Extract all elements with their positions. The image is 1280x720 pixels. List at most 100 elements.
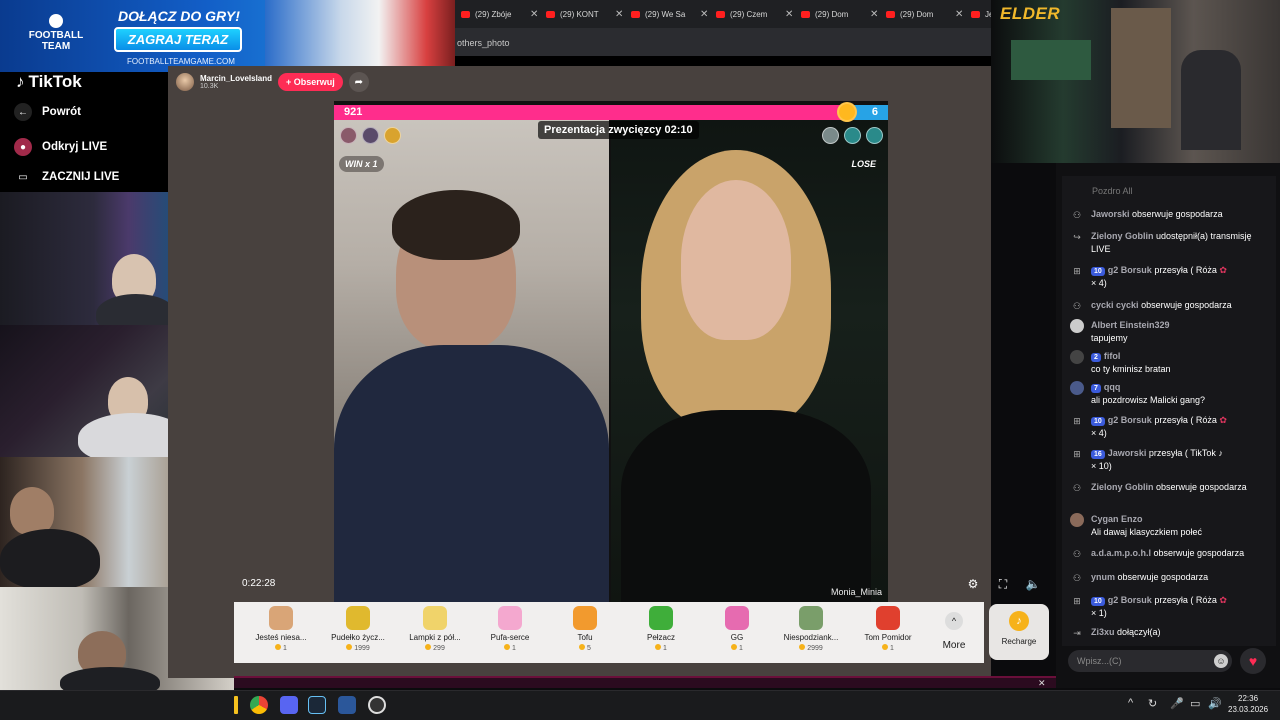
close-tab-icon[interactable]: ✕ — [700, 9, 708, 20]
youtube-icon — [461, 10, 470, 18]
folder-icon[interactable] — [234, 696, 238, 714]
ad-cta-button[interactable]: ZAGRAJ TERAZ — [114, 27, 242, 52]
gift-icon — [725, 606, 749, 630]
top-gifter-avatar[interactable] — [866, 127, 883, 144]
right-streamer-name[interactable]: Monia_Minia — [831, 587, 882, 597]
camera-icon: ▭ — [18, 171, 28, 183]
more-gifts-button[interactable]: ^ More — [937, 612, 971, 651]
follow-button[interactable]: + Obserwuj — [278, 73, 343, 91]
youtube-icon — [801, 10, 810, 18]
gift-item[interactable]: Pudełko życz... 1999 — [323, 606, 393, 652]
user-avatar[interactable] — [1070, 381, 1084, 395]
sidebar-item-discover-live[interactable]: ● Odkryj LIVE — [14, 138, 107, 156]
host-avatar[interactable] — [176, 73, 194, 91]
speaker-icon[interactable]: 🔊 — [1208, 697, 1222, 710]
gift-icon — [269, 606, 293, 630]
gift-icon: ⊞ — [1073, 416, 1081, 426]
chat-message: ⚇ Zielony Goblin obserwuje gospodarza — [1070, 481, 1256, 494]
browser-tab[interactable]: (29) Dom ✕ — [880, 0, 965, 28]
youtube-icon — [971, 10, 980, 18]
close-icon[interactable]: ✕ — [1038, 678, 1046, 689]
share-icon[interactable]: ➦ — [348, 72, 369, 92]
gift-item[interactable]: Pufa-serce 1 — [475, 606, 545, 652]
browser-tab[interactable]: (29) KONT ✕ — [540, 0, 625, 28]
chevron-up-icon: ^ — [945, 612, 963, 630]
gift-icon — [498, 606, 522, 630]
top-gifter-avatar[interactable] — [340, 127, 357, 144]
user-avatar[interactable] — [1070, 350, 1084, 364]
gift-item[interactable]: Tom Pomidor 1 — [853, 606, 923, 652]
join-icon: ⇥ — [1073, 628, 1081, 638]
coin-icon: ♪ — [1009, 611, 1029, 631]
like-heart-icon[interactable]: ♥ — [1240, 648, 1266, 674]
score-right: 6 — [854, 105, 888, 120]
chat-message: ⊞ 10 g2 Borsuk przesyła ( Róża ✿ × 4) — [1070, 414, 1256, 440]
close-tab-icon[interactable]: ✕ — [615, 9, 623, 20]
network-icon[interactable]: ▭ — [1190, 697, 1200, 710]
address-text: others_photo — [457, 38, 510, 48]
sync-icon[interactable]: ↻ — [1148, 697, 1157, 710]
follow-icon: ⚇ — [1072, 301, 1082, 311]
youtube-icon — [546, 10, 555, 18]
sidebar-item-go-live[interactable]: ▭ ZACZNIJ LIVE — [14, 168, 119, 186]
user-avatar[interactable] — [1070, 319, 1084, 333]
football-team-logo: FOOTBALL TEAM — [24, 14, 88, 58]
top-gifter-avatar[interactable] — [822, 127, 839, 144]
browser-tab[interactable]: (29) Dom ✕ — [795, 0, 880, 28]
chrome-icon[interactable] — [250, 696, 268, 714]
obs-icon[interactable] — [368, 696, 386, 714]
address-bar[interactable]: others_photo — [455, 28, 991, 56]
score-left: 921 — [334, 105, 854, 120]
top-gifter-avatar[interactable] — [844, 127, 861, 144]
microphone-icon[interactable]: 🎤 — [1170, 697, 1184, 710]
rose-icon: ✿ — [1219, 415, 1227, 425]
recharge-button[interactable]: ♪ Recharge — [989, 604, 1049, 660]
host-name[interactable]: Marcin_LoveIsland — [200, 74, 272, 83]
back-button[interactable]: ← Powrót — [14, 103, 81, 121]
close-tab-icon[interactable]: ✕ — [870, 9, 878, 20]
gift-item[interactable]: Pełzacz 1 — [626, 606, 696, 652]
youtube-icon — [716, 10, 725, 18]
battle-score-bar: 921 6 — [334, 105, 888, 120]
ad-players-image — [265, 0, 455, 72]
close-tab-icon[interactable]: ✕ — [530, 9, 538, 20]
gift-icon — [346, 606, 370, 630]
steam-icon[interactable] — [308, 696, 326, 714]
fullscreen-icon[interactable]: ⛶ — [995, 576, 1011, 592]
ad-banner[interactable]: FOOTBALL TEAM DOŁĄCZ DO GRY! ZAGRAJ TERA… — [0, 0, 455, 72]
chevron-up-icon[interactable]: ^ — [1128, 697, 1133, 709]
top-gifter-avatar[interactable] — [384, 127, 401, 144]
chat-message: 7 qqq ali pozdrowisz Malicki gang? — [1070, 381, 1256, 407]
tiktok-logo[interactable]: ♪ TikTok — [16, 72, 82, 92]
browser-tab[interactable]: (29) Zbóje ✕ — [455, 0, 540, 28]
gift-item[interactable]: Jesteś niesa... 1 — [246, 606, 316, 652]
gift-icon — [649, 606, 673, 630]
close-tab-icon[interactable]: ✕ — [785, 9, 793, 20]
system-clock[interactable]: 22:36 23.03.2026 — [1228, 693, 1268, 715]
gift-item[interactable]: Niespodziank... 2999 — [776, 606, 846, 652]
chat-message: ↪ Zielony Goblin udostępnił(a) transmisj… — [1070, 230, 1256, 256]
ad-site: FOOTBALLTEAMGAME.COM — [127, 57, 235, 66]
browser-tab[interactable]: (29) Czem ✕ — [710, 0, 795, 28]
top-gifter-avatar[interactable] — [362, 127, 379, 144]
gift-item[interactable]: GG 1 — [702, 606, 772, 652]
gift-item[interactable]: Lampki z pół... 299 — [400, 606, 470, 652]
emoji-icon[interactable]: ☺ — [1214, 654, 1228, 668]
gift-item[interactable]: Tofu 5 — [550, 606, 620, 652]
app-icon[interactable] — [338, 696, 356, 714]
close-tab-icon[interactable]: ✕ — [955, 9, 963, 20]
battle-view: Monia_Minia 921 6 Prezentacja zwycięzcy … — [334, 101, 888, 602]
follow-icon: ⚇ — [1072, 549, 1082, 559]
browser-tab[interactable]: (29) We Sa ✕ — [625, 0, 710, 28]
chat-message: ⚇ cycki cycki obserwuje gospodarza — [1070, 299, 1256, 312]
chat-input[interactable]: Wpisz...(C) — [1068, 650, 1232, 672]
browser-tab[interactable]: Je — [965, 0, 991, 28]
tiktok-sidebar: ♪ TikTok ← Powrót ● Odkryj LIVE ▭ ZACZNI… — [0, 72, 168, 192]
settings-icon[interactable]: ⚙ — [965, 576, 981, 592]
tiktok-gift-icon: ♪ — [1218, 448, 1223, 458]
user-avatar[interactable] — [1070, 513, 1084, 527]
youtube-icon — [631, 10, 640, 18]
discord-icon[interactable] — [280, 696, 298, 714]
volume-icon[interactable]: 🔈 — [1025, 576, 1041, 592]
chat-message: 2 fifol co ty kminisz bratan — [1070, 350, 1256, 376]
